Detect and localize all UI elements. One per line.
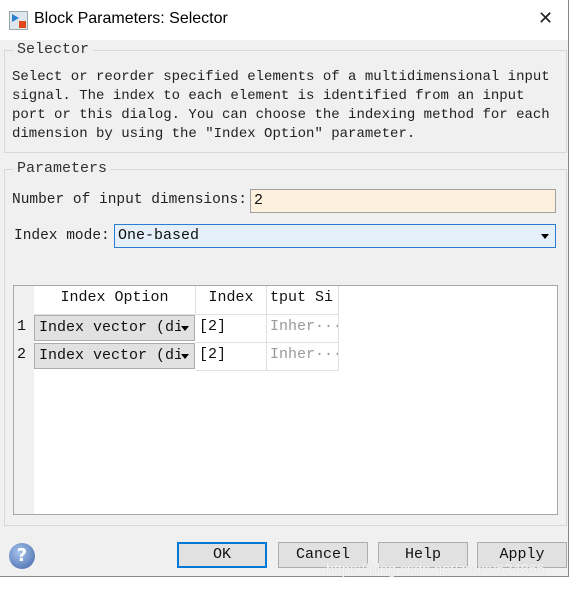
simulink-block-icon — [9, 11, 28, 30]
chevron-down-icon — [541, 234, 549, 239]
output-size-cell[interactable]: Inher··· — [267, 315, 339, 343]
index-mode-select[interactable]: One-based — [114, 224, 556, 248]
selector-group: Selector Select or reorder specified ele… — [4, 41, 567, 153]
num-dims-input[interactable]: 2 — [250, 189, 556, 213]
selector-legend: Selector — [13, 41, 94, 58]
output-size-cell[interactable]: Inher··· — [267, 343, 339, 371]
block-description: Select or reorder specified elements of … — [12, 69, 550, 142]
index-mode-value: One-based — [118, 227, 200, 244]
index-cell[interactable]: [2] — [196, 315, 267, 343]
header-output-size[interactable]: tput Si — [267, 286, 339, 315]
dialog-window: Block Parameters: Selector ✕ Selector Se… — [0, 0, 569, 577]
num-dims-label: Number of input dimensions: — [12, 192, 247, 208]
index-cell[interactable]: [2] — [196, 343, 267, 371]
header-index-option[interactable]: Index Option — [34, 286, 196, 315]
parameters-legend: Parameters — [13, 160, 112, 177]
index-option-value: Index vector (di — [39, 319, 184, 336]
close-icon[interactable]: ✕ — [538, 8, 553, 29]
window-title: Block Parameters: Selector — [34, 10, 228, 27]
index-option-select[interactable]: Index vector (di — [34, 315, 195, 341]
header-index[interactable]: Index — [196, 286, 267, 315]
row-number: 2 — [14, 343, 34, 371]
row-number: 1 — [14, 315, 34, 343]
index-option-value: Index vector (di — [39, 347, 184, 364]
chevron-down-icon — [181, 354, 189, 359]
index-table: Index Option Index tput Si 1 Index vecto… — [13, 285, 558, 515]
help-icon[interactable]: ? — [9, 543, 35, 569]
title-bar: Block Parameters: Selector ✕ — [0, 0, 568, 40]
index-mode-label: Index mode: — [14, 228, 110, 244]
chevron-down-icon — [181, 326, 189, 331]
watermark: https://blog.csdn.net/zouxu634866 — [326, 561, 545, 578]
ok-button[interactable]: OK — [177, 542, 267, 568]
index-option-select[interactable]: Index vector (di — [34, 343, 195, 369]
